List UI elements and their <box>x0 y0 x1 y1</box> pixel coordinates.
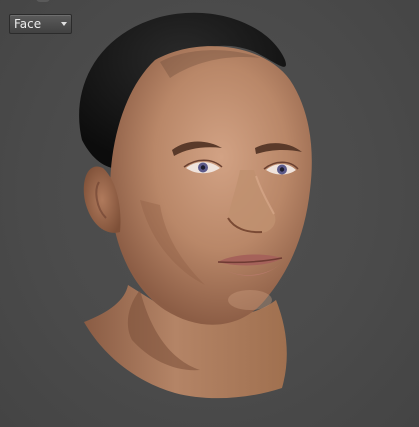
chevron-down-icon <box>61 22 67 26</box>
head-model-render[interactable] <box>0 0 419 427</box>
face <box>110 46 312 325</box>
view-mode-dropdown[interactable]: Face <box>9 14 72 34</box>
3d-viewport[interactable]: Face <box>0 0 419 427</box>
view-mode-label: Face <box>14 17 42 31</box>
